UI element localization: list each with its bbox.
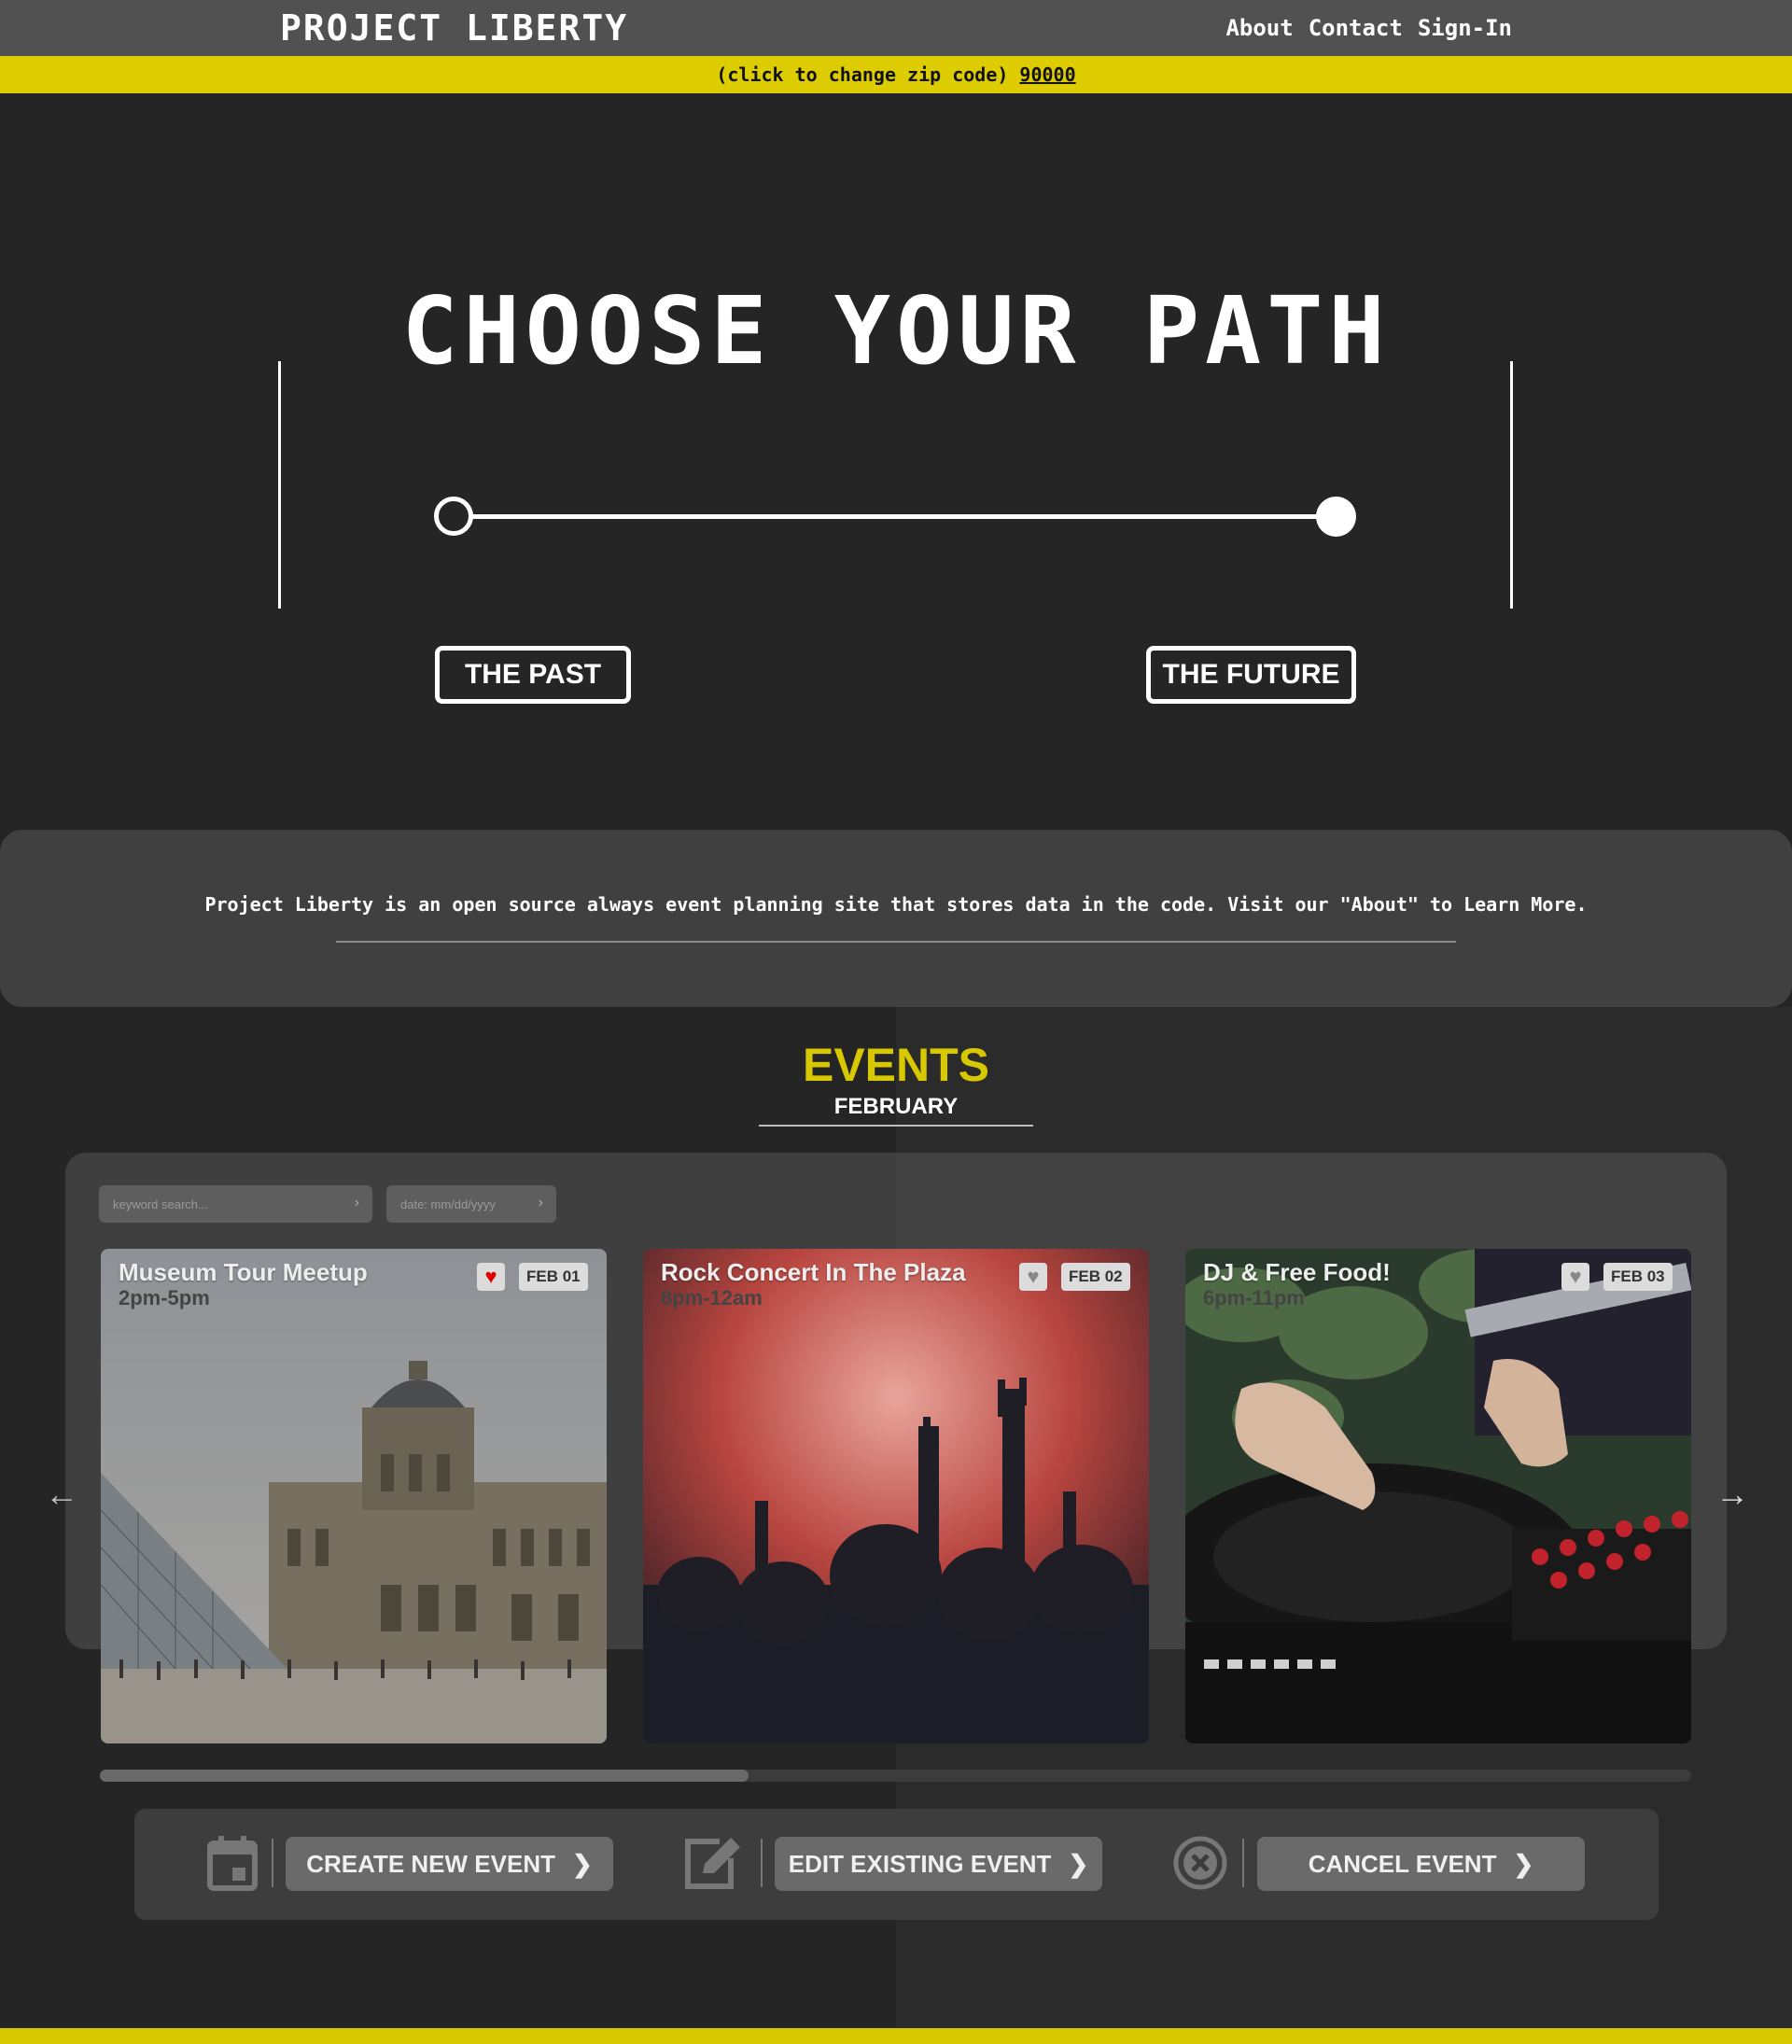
carousel-prev-arrow-icon[interactable]: ← bbox=[45, 1475, 78, 1514]
hero-right-divider bbox=[1510, 361, 1513, 609]
top-nav: PROJECT LIBERTY About Contact Sign-In bbox=[0, 0, 1792, 56]
cancel-event-button[interactable]: CANCEL EVENT ❯ bbox=[1257, 1837, 1585, 1891]
edit-event-label: EDIT EXISTING EVENT bbox=[788, 1849, 1052, 1878]
cancel-x-icon bbox=[1173, 1836, 1227, 1890]
event-time: 2pm-5pm bbox=[119, 1286, 210, 1309]
action-divider bbox=[1242, 1839, 1244, 1887]
hero-title: CHOOSE YOUR PATH bbox=[401, 276, 1391, 385]
event-card[interactable]: Rock Concert In The Plaza 8pm-12am ♥ FEB… bbox=[643, 1249, 1149, 1743]
carousel-scrollbar-thumb[interactable] bbox=[100, 1770, 749, 1782]
image-overlay bbox=[101, 1249, 607, 1743]
path-slider-end-knob[interactable] bbox=[1316, 497, 1356, 537]
month-divider bbox=[759, 1125, 1033, 1127]
event-card[interactable]: Museum Tour Meetup 2pm-5pm ♥ FEB 01 bbox=[101, 1249, 607, 1743]
heart-icon[interactable]: ♥ bbox=[477, 1263, 505, 1291]
date-search-placeholder: date: mm/dd/yyyy bbox=[400, 1197, 496, 1211]
the-future-button[interactable]: THE FUTURE bbox=[1146, 646, 1356, 704]
zip-code-bar: (click to change zip code) 90000 bbox=[0, 56, 1792, 93]
the-past-button[interactable]: THE PAST bbox=[435, 646, 631, 704]
keyword-search-input[interactable]: keyword search... › bbox=[99, 1185, 372, 1223]
carousel-next-arrow-icon[interactable]: → bbox=[1715, 1475, 1749, 1514]
zip-code-link[interactable]: 90000 bbox=[1019, 63, 1075, 86]
event-date-badge: FEB 02 bbox=[1061, 1263, 1130, 1291]
chevron-right-icon: ❯ bbox=[1513, 1849, 1534, 1878]
edit-event-button[interactable]: EDIT EXISTING EVENT ❯ bbox=[775, 1837, 1102, 1891]
dj-image bbox=[1185, 1249, 1691, 1743]
edit-icon bbox=[685, 1838, 740, 1889]
heart-icon[interactable]: ♥ bbox=[1019, 1263, 1047, 1291]
info-text: Project Liberty is an open source always… bbox=[204, 893, 1588, 916]
event-title: Rock Concert In The Plaza bbox=[661, 1258, 966, 1286]
footer-accent-bar bbox=[0, 2028, 1792, 2044]
chevron-right-icon: ❯ bbox=[1068, 1849, 1089, 1878]
heart-icon[interactable]: ♥ bbox=[1561, 1263, 1589, 1291]
event-date-badge: FEB 01 bbox=[519, 1263, 588, 1291]
concert-image bbox=[643, 1249, 1149, 1743]
info-divider bbox=[336, 941, 1456, 943]
event-title: DJ & Free Food! bbox=[1203, 1258, 1391, 1286]
event-time: 8pm-12am bbox=[661, 1286, 763, 1309]
events-month: FEBRUARY bbox=[833, 1094, 959, 1119]
nav-signin-link[interactable]: Sign-In bbox=[1418, 15, 1512, 41]
nav-contact-link[interactable]: Contact bbox=[1309, 15, 1403, 41]
create-event-button[interactable]: CREATE NEW EVENT ❯ bbox=[286, 1837, 613, 1891]
action-divider bbox=[761, 1839, 763, 1887]
chevron-right-icon[interactable]: › bbox=[355, 1195, 359, 1211]
hero-left-divider bbox=[278, 361, 281, 609]
cancel-event-label: CANCEL EVENT bbox=[1308, 1849, 1497, 1878]
calendar-icon bbox=[207, 1836, 258, 1891]
chevron-right-icon: ❯ bbox=[571, 1849, 593, 1878]
create-event-label: CREATE NEW EVENT bbox=[306, 1849, 555, 1878]
nav-links: About Contact Sign-In bbox=[1225, 15, 1512, 41]
brand-logo[interactable]: PROJECT LIBERTY bbox=[280, 7, 628, 49]
event-title: Museum Tour Meetup bbox=[119, 1258, 368, 1286]
action-divider bbox=[272, 1839, 273, 1887]
chevron-right-icon[interactable]: › bbox=[539, 1195, 543, 1211]
zip-prompt[interactable]: (click to change zip code) bbox=[716, 63, 1008, 86]
events-title: EVENTS bbox=[802, 1039, 990, 1091]
event-date-badge: FEB 03 bbox=[1603, 1263, 1673, 1291]
nav-about-link[interactable]: About bbox=[1225, 15, 1293, 41]
path-slider-track[interactable] bbox=[454, 514, 1336, 519]
keyword-search-placeholder: keyword search... bbox=[113, 1197, 208, 1211]
info-band: Project Liberty is an open source always… bbox=[0, 830, 1792, 1007]
event-time: 6pm-11pm bbox=[1203, 1286, 1305, 1309]
event-card[interactable]: DJ & Free Food! 6pm-11pm ♥ FEB 03 bbox=[1185, 1249, 1691, 1743]
path-slider-start-knob[interactable] bbox=[434, 497, 473, 536]
date-search-input[interactable]: date: mm/dd/yyyy › bbox=[386, 1185, 556, 1223]
